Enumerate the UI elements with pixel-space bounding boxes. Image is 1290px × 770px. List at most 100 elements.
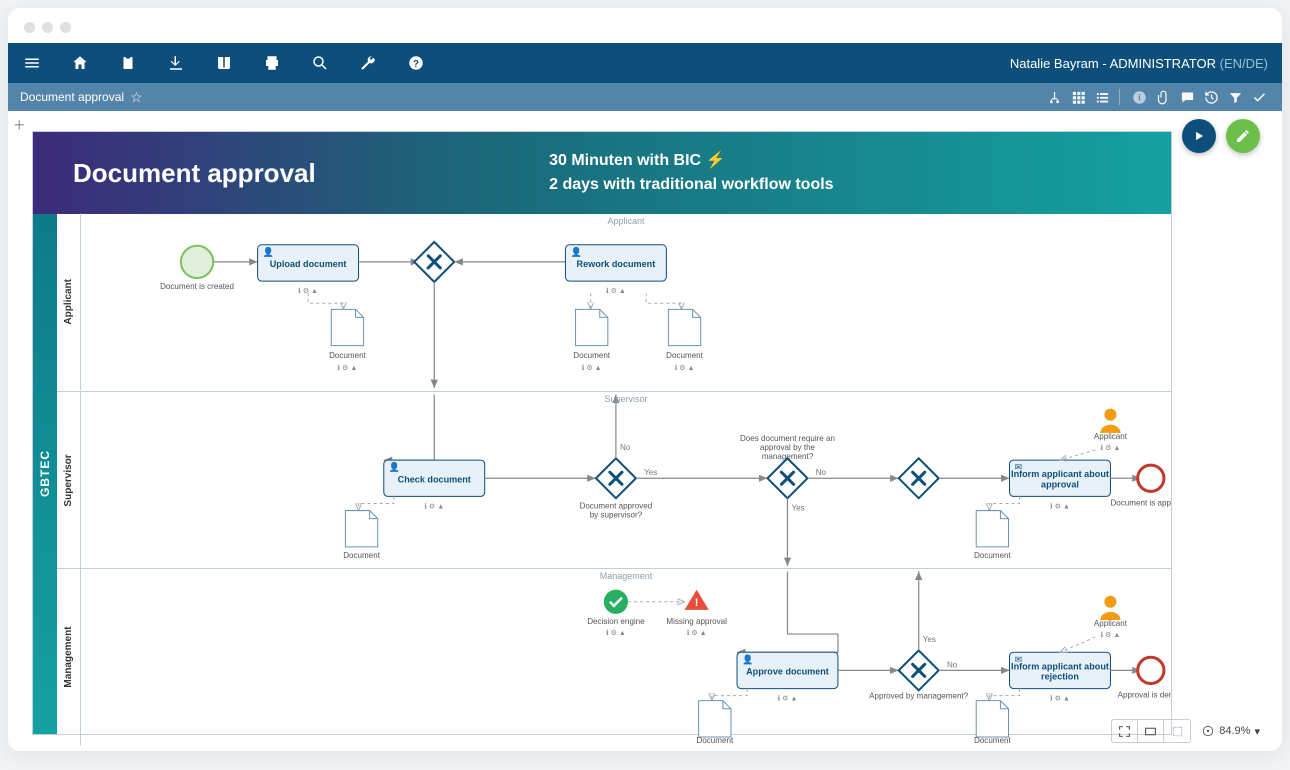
check-icon[interactable] [1248, 86, 1270, 108]
svg-text:ℹ ⚙ ▲: ℹ ⚙ ▲ [337, 364, 357, 372]
end-event-rejected-label: Approval is denied [1118, 691, 1171, 700]
label-yes-2: Yes [792, 503, 805, 512]
role-applicant-1: Applicant [1094, 431, 1128, 440]
lane-label-applicant: Applicant [57, 214, 81, 391]
svg-text:ℹ ⚙ ▲: ℹ ⚙ ▲ [675, 364, 695, 372]
doc-object-2[interactable] [576, 309, 608, 345]
end-event-approved[interactable] [1138, 465, 1164, 491]
label-yes-3: Yes [923, 635, 936, 644]
diagram-banner: Document approval 30 Minuten with BIC ⚡ … [33, 132, 1171, 214]
gateway-supervisor-label: Document approvedby supervisor? [580, 501, 653, 519]
attachment-icon[interactable] [1152, 86, 1174, 108]
favorite-star-icon[interactable]: ☆ [130, 89, 143, 106]
svg-text:👤: 👤 [389, 461, 400, 472]
svg-text:ℹ ⚙ ▲: ℹ ⚙ ▲ [424, 502, 444, 510]
decision-engine-label: Decision engine [587, 617, 645, 626]
user-lang: (EN/DE) [1220, 56, 1268, 71]
task-upload-label: Upload document [270, 259, 347, 269]
doc-label-5: Document [974, 551, 1012, 560]
doc-label-3: Document [666, 351, 704, 360]
filter-icon[interactable] [1224, 86, 1246, 108]
diagram-container: Document approval 30 Minuten with BIC ⚡ … [32, 131, 1172, 735]
start-event-label: Document is created [160, 282, 234, 291]
info-icon[interactable]: i [1128, 86, 1150, 108]
doc-object-4[interactable] [345, 510, 377, 546]
wrench-icon[interactable] [358, 53, 378, 73]
main-toolbar: ? Natalie Bayram - ADMINISTRATOR (EN/DE) [8, 43, 1282, 83]
breadcrumb-title: Document approval [20, 90, 124, 104]
doc-object-5[interactable] [976, 510, 1008, 546]
role-applicant-2: Applicant [1094, 619, 1128, 628]
doc-label-7: Document [974, 736, 1012, 745]
user-role: ADMINISTRATOR [1110, 56, 1216, 71]
svg-text:?: ? [413, 59, 419, 70]
task-check-label: Check document [398, 474, 471, 484]
doc-label-4: Document [343, 551, 381, 560]
doc-object-1[interactable] [331, 309, 363, 345]
edit-button[interactable] [1226, 119, 1260, 153]
canvas-footer: 84.9% ▾ [1111, 719, 1260, 743]
svg-text:ℹ ⚙ ▲: ℹ ⚙ ▲ [778, 695, 798, 703]
fit-selection-icon[interactable] [1164, 720, 1190, 742]
hierarchy-icon[interactable] [1043, 86, 1065, 108]
label-no-3: No [947, 660, 958, 669]
svg-text:ℹ ⚙ ▲: ℹ ⚙ ▲ [606, 629, 626, 637]
list-view-icon[interactable] [1091, 86, 1113, 108]
decision-engine-icon[interactable] [604, 590, 628, 614]
label-no-2: No [816, 468, 827, 477]
doc-object-6[interactable] [699, 701, 731, 737]
download-icon[interactable] [166, 53, 186, 73]
svg-text:ℹ ⚙ ▲: ℹ ⚙ ▲ [687, 629, 707, 637]
doc-label-6: Document [696, 736, 734, 745]
label-yes-1: Yes [644, 468, 657, 477]
doc-label-1: Document [329, 351, 367, 360]
window-traffic-lights [8, 8, 1282, 43]
doc-object-3[interactable] [668, 309, 700, 345]
grid-view-icon[interactable] [1067, 86, 1089, 108]
svg-text:ℹ ⚙ ▲: ℹ ⚙ ▲ [606, 287, 626, 295]
print-icon[interactable] [262, 53, 282, 73]
play-button[interactable] [1182, 119, 1216, 153]
history-icon[interactable] [1200, 86, 1222, 108]
comment-icon[interactable] [1176, 86, 1198, 108]
svg-text:ℹ ⚙ ▲: ℹ ⚙ ▲ [1050, 502, 1070, 510]
lane-role-supervisor: Supervisor [604, 394, 647, 404]
user-label[interactable]: Natalie Bayram - ADMINISTRATOR (EN/DE) [1010, 56, 1268, 71]
banner-title: Document approval [73, 158, 549, 189]
svg-text:ℹ ⚙ ▲: ℹ ⚙ ▲ [1050, 695, 1070, 703]
diagram-canvas[interactable]: + Document approval 30 Minuten with BIC … [8, 111, 1282, 751]
lane-applicant: Applicant Applicant Document is crea [57, 214, 1171, 391]
zoom-chevron-icon[interactable]: ▾ [1254, 725, 1260, 738]
zoom-target-icon[interactable] [1201, 724, 1215, 738]
lane-role-applicant: Applicant [607, 216, 644, 226]
label-no-1: No [620, 443, 631, 452]
task-approve-label: Approve document [746, 667, 829, 677]
svg-text:i: i [1138, 92, 1140, 102]
lane-supervisor: Supervisor Supervisor 👤 Check document ℹ [57, 391, 1171, 569]
home-icon[interactable] [70, 53, 90, 73]
fit-screen-icon[interactable] [1112, 720, 1138, 742]
svg-text:👤: 👤 [263, 246, 274, 257]
start-event[interactable] [181, 246, 213, 278]
window-frame: ? Natalie Bayram - ADMINISTRATOR (EN/DE)… [8, 8, 1282, 751]
help-icon[interactable]: ? [406, 53, 426, 73]
zoom-value: 84.9% [1219, 725, 1250, 737]
sub-toolbar: Document approval ☆ i [8, 83, 1282, 111]
lane-label-supervisor: Supervisor [57, 392, 81, 569]
end-event-approved-label: Document is approved [1110, 498, 1171, 507]
end-event-rejected[interactable] [1138, 657, 1164, 683]
missing-approval-label: Missing approval [666, 617, 727, 626]
clipboard-icon[interactable] [118, 53, 138, 73]
svg-text:👤: 👤 [570, 246, 581, 257]
lane-label-management: Management [57, 569, 81, 746]
gateway-mgmt-approved-label: Approved by management? [869, 692, 969, 701]
menu-icon[interactable] [22, 53, 42, 73]
doc-object-7[interactable] [976, 701, 1008, 737]
lane-role-management: Management [600, 571, 653, 581]
fit-width-icon[interactable] [1138, 720, 1164, 742]
doc-label-2: Document [573, 351, 611, 360]
search-icon[interactable] [310, 53, 330, 73]
book-icon[interactable] [214, 53, 234, 73]
add-element-icon[interactable]: + [14, 115, 25, 136]
svg-text:👤: 👤 [742, 653, 753, 664]
